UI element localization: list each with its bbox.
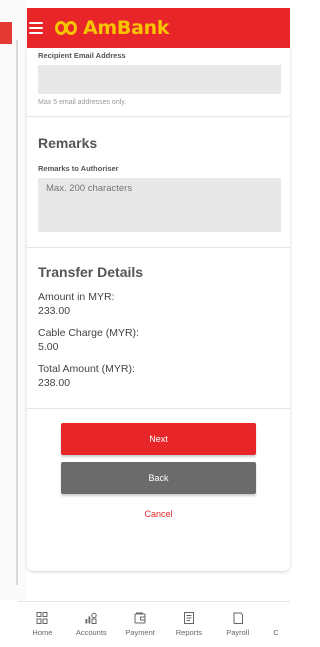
- remarks-section: Remarks Remarks to Authoriser: [27, 117, 290, 237]
- amount-label: Amount in MYR:: [38, 291, 115, 303]
- ambank-logo: AmBank: [55, 17, 169, 39]
- nav-reports[interactable]: Reports: [164, 602, 213, 641]
- remarks-label: Remarks to Authoriser: [38, 164, 119, 173]
- actions-section: Next Back Cancel: [27, 409, 290, 519]
- recipient-email-input[interactable]: [38, 65, 281, 94]
- accounts-icon: [85, 612, 97, 624]
- nav-accounts-label: Accounts: [75, 628, 107, 637]
- nav-payroll-label: Payroll: [226, 628, 250, 637]
- detail-item: Cable Charge (MYR): 5.00: [38, 326, 279, 354]
- detail-item: Total Amount (MYR): 238.00: [38, 362, 279, 390]
- ambank-logo-icon: [55, 20, 79, 36]
- brand-name: AmBank: [83, 17, 170, 39]
- nav-more[interactable]: C: [262, 602, 290, 641]
- nav-accounts[interactable]: Accounts: [67, 602, 116, 641]
- bottom-navigation: Home Accounts Payment Reports Payroll C: [18, 601, 290, 641]
- app-header: AmBank: [27, 8, 290, 48]
- amount-value: 233.00: [38, 305, 71, 317]
- transfer-details-title: Transfer Details: [38, 264, 144, 280]
- nav-more-label: C: [273, 628, 279, 637]
- detail-item: Amount in MYR: 233.00: [38, 290, 279, 318]
- transfer-form-card: Recipient Email Address Max 5 email addr…: [27, 48, 290, 571]
- remarks-input[interactable]: [38, 178, 281, 232]
- cable-charge-value: 5.00: [38, 341, 59, 353]
- home-icon: [36, 612, 48, 624]
- cancel-link[interactable]: Cancel: [27, 509, 290, 519]
- background-page: [0, 0, 26, 600]
- back-button[interactable]: Back: [61, 462, 256, 494]
- nav-home[interactable]: Home: [18, 602, 67, 641]
- recipient-email-section: Recipient Email Address Max 5 email addr…: [27, 48, 290, 106]
- transfer-details-section: Transfer Details Amount in MYR: 233.00 C…: [27, 248, 290, 390]
- next-button[interactable]: Next: [61, 423, 256, 455]
- background-divider: [16, 40, 18, 585]
- nav-reports-label: Reports: [175, 628, 203, 637]
- recipient-email-label: Recipient Email Address: [38, 51, 126, 60]
- reports-icon: [183, 612, 194, 624]
- nav-payment[interactable]: Payment: [116, 602, 165, 641]
- recipient-email-hint: Max 5 email addresses only.: [38, 99, 127, 106]
- cable-charge-label: Cable Charge (MYR):: [38, 327, 139, 339]
- payment-icon: [134, 612, 146, 624]
- menu-icon[interactable]: [29, 22, 43, 34]
- total-amount-label: Total Amount (MYR):: [38, 363, 135, 375]
- background-header-sliver: [0, 22, 12, 44]
- more-icon: [269, 611, 283, 625]
- nav-payment-label: Payment: [125, 628, 155, 637]
- nav-payroll[interactable]: Payroll: [213, 602, 262, 641]
- total-amount-value: 238.00: [38, 377, 71, 389]
- payroll-icon: [233, 612, 243, 624]
- nav-home-label: Home: [32, 628, 53, 637]
- remarks-title: Remarks: [38, 135, 98, 151]
